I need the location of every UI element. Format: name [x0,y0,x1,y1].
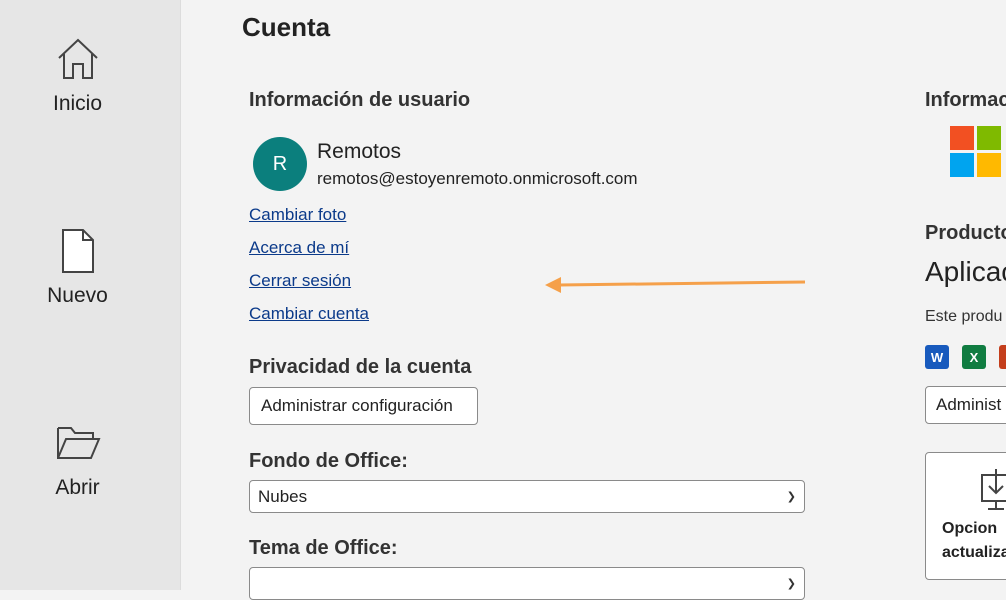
manage-settings-button[interactable]: Administrar configuración [249,387,478,425]
nav-label-nuevo: Nuevo [47,284,108,307]
office-background-select[interactable]: Nubes ❯ [249,480,805,513]
product-info-title: Informac [925,89,1006,111]
account-page: Cuenta Información de usuario R Remotos … [181,0,1006,600]
user-info-title: Información de usuario [249,89,471,111]
user-email: remotos@estoyenremoto.onmicrosoft.com [317,169,638,188]
privacy-title: Privacidad de la cuenta [249,356,472,378]
download-update-icon [981,469,1006,510]
change-photo-link[interactable]: Cambiar foto [249,205,346,225]
excel-icon: X [962,345,986,369]
nav-item-nuevo[interactable]: Nuevo [0,228,155,308]
home-icon [57,38,98,79]
annotation-arrow [545,277,806,293]
office-theme-select[interactable]: ❯ [249,567,805,600]
nav-label-inicio: Inicio [52,92,103,115]
nav-item-abrir[interactable]: Abrir [0,420,155,500]
avatar: R [253,137,307,191]
nav-label-abrir: Abrir [55,476,100,499]
update-options-button[interactable]: Opcion actualiza [925,452,1006,580]
app-name: Aplicac [925,256,1006,287]
page-title: Cuenta [242,12,331,42]
update-options-label-1: Opcion [942,520,998,537]
manage-settings-label: Administrar configuración [261,396,453,415]
chevron-down-icon: ❯ [786,491,796,503]
word-icon: W [925,345,949,369]
product-description: Este produ [925,308,1003,325]
sidebar: Inicio Nuevo Abrir [0,0,181,590]
powerpoint-icon: P [999,345,1006,369]
nav-item-inicio[interactable]: Inicio [0,36,155,116]
products-title: Producto [925,222,1006,244]
sign-out-link[interactable]: Cerrar sesión [249,271,351,291]
user-name: Remotos [317,140,402,163]
open-folder-icon [56,427,101,459]
manage-account-button[interactable]: Administ [925,386,1006,424]
office-theme-title: Tema de Office: [249,537,398,559]
manage-account-label: Administ [936,395,1002,414]
about-me-link[interactable]: Acerca de mí [249,238,349,258]
switch-account-link[interactable]: Cambiar cuenta [249,304,369,324]
office-background-title: Fondo de Office: [249,450,408,472]
new-document-icon [61,229,94,273]
microsoft-logo [950,126,1001,177]
chevron-down-icon: ❯ [786,578,796,590]
office-background-value: Nubes [258,486,308,506]
update-options-label-2: actualiza [942,544,1006,561]
